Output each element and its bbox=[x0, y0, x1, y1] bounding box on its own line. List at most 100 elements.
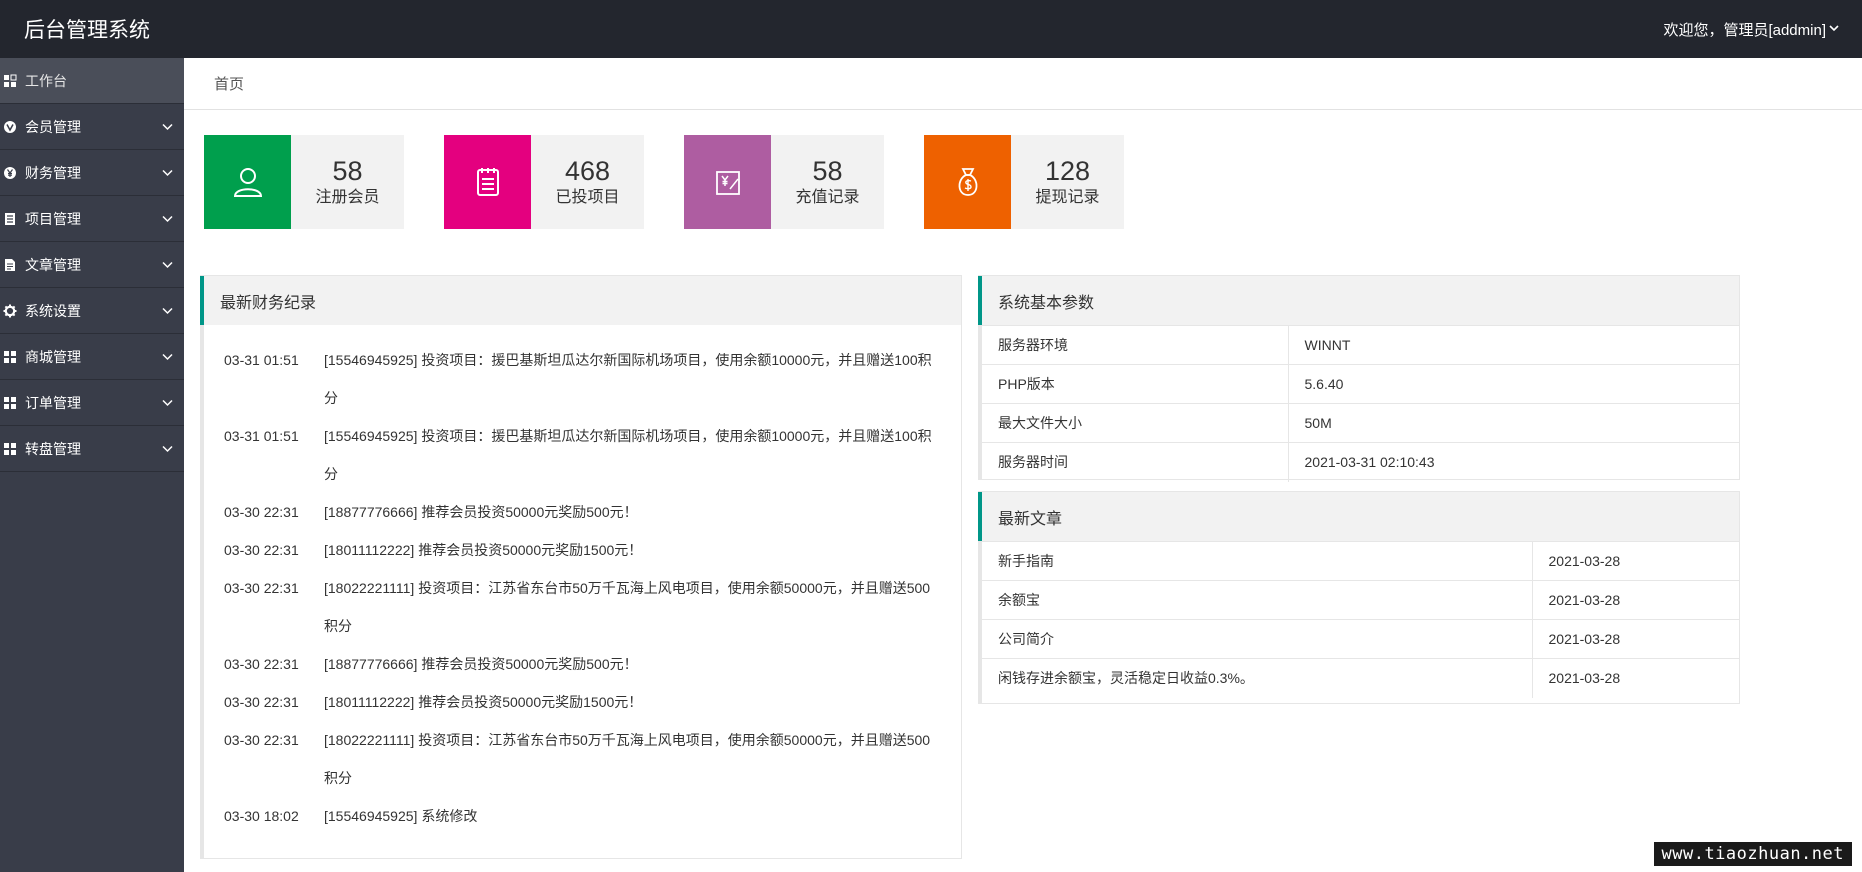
list-item: 03-30 22:31 [18022221111] 投资项目：江苏省东台市50万… bbox=[224, 721, 941, 797]
sidebar-item-label: 转盘管理 bbox=[25, 440, 81, 457]
money-bag-icon bbox=[958, 168, 977, 196]
chevron-down-icon bbox=[161, 304, 174, 317]
grid-icon bbox=[3, 442, 17, 456]
user-menu[interactable]: 欢迎您，管理员[addmin] bbox=[1663, 19, 1840, 40]
sidebar-item-label: 会员管理 bbox=[25, 118, 81, 135]
sidebar: 工作台 会员管理 财务管理 项目管理 文章管理 系统设置 商城管理 订单管理 转… bbox=[0, 58, 184, 872]
record-text: [18011112222] 推荐会员投资50000元奖励1500元！ bbox=[324, 694, 643, 710]
list-item: 03-30 18:02 [15546945925] 系统修改 bbox=[224, 797, 941, 835]
param-key: 最大文件大小 bbox=[982, 403, 1288, 443]
article-icon bbox=[3, 258, 17, 272]
article-title[interactable]: 新手指南 bbox=[982, 541, 1532, 581]
sidebar-item-orders[interactable]: 订单管理 bbox=[0, 380, 184, 426]
sidebar-item-label: 商城管理 bbox=[25, 348, 81, 365]
list-item: 03-30 22:31 [18877776666] 推荐会员投资50000元奖励… bbox=[224, 493, 941, 531]
chevron-down-icon bbox=[161, 166, 174, 179]
chevron-down-icon bbox=[161, 442, 174, 455]
stat-value: 58 bbox=[812, 156, 843, 186]
stat-value: 468 bbox=[564, 156, 611, 186]
sidebar-item-label: 工作台 bbox=[25, 72, 67, 89]
sidebar-item-wheel[interactable]: 转盘管理 bbox=[0, 426, 184, 472]
panel-title: 最新财务纪录 bbox=[200, 276, 961, 325]
article-date: 2021-03-28 bbox=[1531, 658, 1739, 698]
chevron-down-icon bbox=[1828, 21, 1840, 38]
sidebar-item-label: 系统设置 bbox=[25, 302, 81, 319]
articles-table: 新手指南 2021-03-28 余额宝 2021-03-28 公司简介 2021… bbox=[982, 541, 1739, 698]
stats-row: 58 注册会员 468 已投项目 58 充值记录 128 提现记录 bbox=[204, 135, 1164, 229]
record-text: [15546945925] 系统修改 bbox=[324, 808, 478, 824]
sidebar-item-label: 文章管理 bbox=[25, 256, 81, 273]
stat-label: 注册会员 bbox=[315, 189, 380, 206]
stat-label: 提现记录 bbox=[1035, 189, 1100, 206]
tab-home[interactable]: 首页 bbox=[214, 73, 244, 94]
sidebar-item-label: 项目管理 bbox=[25, 210, 81, 227]
system-params-panel: 系统基本参数 服务器环境 WINNT PHP版本 5.6.40 最大文件大小 5… bbox=[978, 275, 1740, 482]
panel-title: 最新文章 bbox=[978, 492, 1739, 541]
dashboard-icon bbox=[3, 74, 17, 88]
stat-icon-box bbox=[924, 135, 1011, 229]
article-date: 2021-03-28 bbox=[1531, 580, 1739, 620]
article-title[interactable]: 公司简介 bbox=[982, 619, 1532, 659]
sidebar-item-articles[interactable]: 文章管理 bbox=[0, 242, 184, 288]
record-time: 03-30 18:02 bbox=[224, 808, 299, 824]
chevron-down-icon bbox=[161, 258, 174, 271]
chevron-down-icon bbox=[161, 120, 174, 133]
chevron-down-icon bbox=[161, 396, 174, 409]
record-time: 03-31 01:51 bbox=[224, 428, 299, 444]
stat-card-members[interactable]: 58 注册会员 bbox=[204, 135, 404, 229]
list-item: 03-30 22:31 [18877776666] 推荐会员投资50000元奖励… bbox=[224, 645, 941, 683]
record-text: [15546945925] 投资项目：援巴基斯坦瓜达尔新国际机场项目，使用余额1… bbox=[324, 428, 932, 482]
stat-card-projects[interactable]: 468 已投项目 bbox=[444, 135, 644, 229]
stat-card-withdraw[interactable]: 128 提现记录 bbox=[924, 135, 1124, 229]
stat-icon-box bbox=[204, 135, 291, 229]
sidebar-item-projects[interactable]: 项目管理 bbox=[0, 196, 184, 242]
tab-bar: 首页 bbox=[184, 58, 1862, 110]
stat-label: 已投项目 bbox=[555, 189, 620, 206]
table-row: 最大文件大小 50M bbox=[982, 403, 1739, 443]
sidebar-item-members[interactable]: 会员管理 bbox=[0, 104, 184, 150]
list-item: 03-31 01:51 [15546945925] 投资项目：援巴基斯坦瓜达尔新… bbox=[224, 417, 941, 493]
param-value: 50M bbox=[1287, 403, 1739, 443]
param-key: PHP版本 bbox=[982, 364, 1288, 404]
table-row[interactable]: 公司简介 2021-03-28 bbox=[982, 619, 1739, 659]
grid-icon bbox=[3, 350, 17, 364]
yen-icon bbox=[3, 166, 17, 180]
top-bar: 后台管理系统 欢迎您，管理员[addmin] bbox=[0, 0, 1862, 58]
sidebar-item-finance[interactable]: 财务管理 bbox=[0, 150, 184, 196]
list-item: 03-30 22:31 [18011112222] 推荐会员投资50000元奖励… bbox=[224, 531, 941, 569]
sidebar-item-label: 财务管理 bbox=[25, 164, 81, 181]
param-key: 服务器时间 bbox=[982, 442, 1288, 482]
app-logo: 后台管理系统 bbox=[24, 19, 150, 42]
table-row[interactable]: 新手指南 2021-03-28 bbox=[982, 541, 1739, 581]
record-time: 03-30 22:31 bbox=[224, 580, 299, 596]
record-time: 03-30 22:31 bbox=[224, 504, 299, 520]
record-time: 03-31 01:51 bbox=[224, 352, 299, 368]
watermark: www.tiaozhuan.net bbox=[1653, 842, 1852, 866]
clipboard-icon bbox=[476, 168, 499, 196]
grid-icon bbox=[3, 396, 17, 410]
table-row[interactable]: 闲钱存进余额宝，灵活稳定日收益0.3%。 2021-03-28 bbox=[982, 658, 1739, 698]
gear-icon bbox=[3, 304, 17, 318]
table-row[interactable]: 余额宝 2021-03-28 bbox=[982, 580, 1739, 620]
sidebar-item-settings[interactable]: 系统设置 bbox=[0, 288, 184, 334]
finance-panel: 最新财务纪录 03-31 01:51 [15546945925] 投资项目：援巴… bbox=[200, 275, 962, 859]
table-row: 服务器时间 2021-03-31 02:10:43 bbox=[982, 442, 1739, 482]
stat-label: 充值记录 bbox=[795, 189, 860, 206]
chevron-down-icon bbox=[161, 350, 174, 363]
article-title[interactable]: 余额宝 bbox=[982, 580, 1532, 620]
sidebar-item-dashboard[interactable]: 工作台 bbox=[0, 58, 184, 104]
user-greeting: 欢迎您，管理员[addmin] bbox=[1663, 21, 1826, 39]
record-time: 03-30 22:31 bbox=[224, 656, 299, 672]
stat-card-recharge[interactable]: 58 充值记录 bbox=[684, 135, 884, 229]
sidebar-item-mall[interactable]: 商城管理 bbox=[0, 334, 184, 380]
param-key: 服务器环境 bbox=[982, 325, 1288, 365]
list-item: 03-30 22:31 [18011112222] 推荐会员投资50000元奖励… bbox=[224, 683, 941, 721]
stat-icon-box bbox=[444, 135, 531, 229]
table-row: PHP版本 5.6.40 bbox=[982, 364, 1739, 404]
param-value: 5.6.40 bbox=[1287, 364, 1739, 404]
latest-articles-panel: 最新文章 新手指南 2021-03-28 余额宝 2021-03-28 公司简介… bbox=[978, 491, 1740, 704]
param-value: 2021-03-31 02:10:43 bbox=[1287, 442, 1739, 482]
record-time: 03-30 22:31 bbox=[224, 542, 299, 558]
article-title[interactable]: 闲钱存进余额宝，灵活稳定日收益0.3%。 bbox=[982, 658, 1532, 698]
panel-title: 系统基本参数 bbox=[978, 276, 1739, 325]
